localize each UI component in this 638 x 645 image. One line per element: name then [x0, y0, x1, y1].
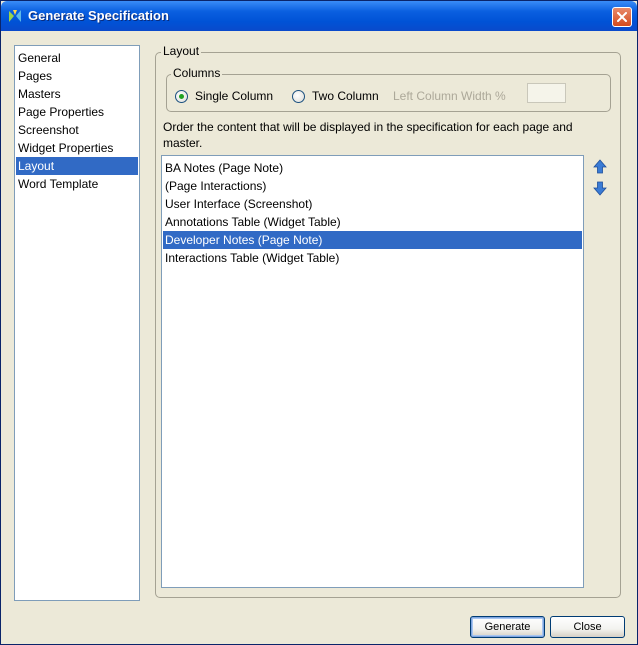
list-item-developer-notes[interactable]: Developer Notes (Page Note) — [163, 231, 582, 249]
nav-item-screenshot[interactable]: Screenshot — [16, 121, 138, 139]
axure-logo-icon — [7, 8, 23, 24]
nav-item-general[interactable]: General — [16, 49, 138, 67]
nav-item-word-template[interactable]: Word Template — [16, 175, 138, 193]
arrow-down-icon — [593, 181, 607, 196]
generate-specification-dialog: Generate Specification General Pages Mas… — [0, 0, 638, 645]
window-close-button[interactable] — [612, 7, 632, 27]
nav-item-pages[interactable]: Pages — [16, 67, 138, 85]
close-button[interactable]: Close — [550, 616, 625, 638]
left-column-width-input[interactable] — [527, 83, 566, 103]
list-item-interactions-table[interactable]: Interactions Table (Widget Table) — [163, 249, 582, 267]
nav-item-masters[interactable]: Masters — [16, 85, 138, 103]
left-column-width-label: Left Column Width % — [393, 89, 506, 103]
layout-group-title: Layout — [161, 44, 202, 58]
columns-group-title: Columns — [171, 66, 223, 80]
generate-button[interactable]: Generate — [470, 616, 545, 638]
content-order-description: Order the content that will be displayed… — [163, 120, 573, 150]
close-icon — [617, 12, 627, 22]
arrow-up-icon — [593, 159, 607, 174]
single-column-label[interactable]: Single Column — [195, 89, 273, 103]
window-title: Generate Specification — [28, 8, 169, 23]
move-up-button[interactable] — [592, 159, 608, 175]
list-item-ba-notes[interactable]: BA Notes (Page Note) — [163, 159, 582, 177]
nav-item-layout[interactable]: Layout — [16, 157, 138, 175]
content-order-list[interactable]: BA Notes (Page Note) (Page Interactions)… — [161, 155, 584, 588]
two-column-label[interactable]: Two Column — [312, 89, 379, 103]
list-item-annotations-table[interactable]: Annotations Table (Widget Table) — [163, 213, 582, 231]
settings-nav-list[interactable]: General Pages Masters Page Properties Sc… — [14, 45, 140, 601]
list-item-user-interface[interactable]: User Interface (Screenshot) — [163, 195, 582, 213]
list-item-page-interactions[interactable]: (Page Interactions) — [163, 177, 582, 195]
nav-item-page-properties[interactable]: Page Properties — [16, 103, 138, 121]
title-bar[interactable]: Generate Specification — [1, 1, 637, 31]
single-column-radio[interactable] — [175, 90, 188, 103]
nav-item-widget-properties[interactable]: Widget Properties — [16, 139, 138, 157]
move-down-button[interactable] — [592, 180, 608, 196]
two-column-radio[interactable] — [292, 90, 305, 103]
